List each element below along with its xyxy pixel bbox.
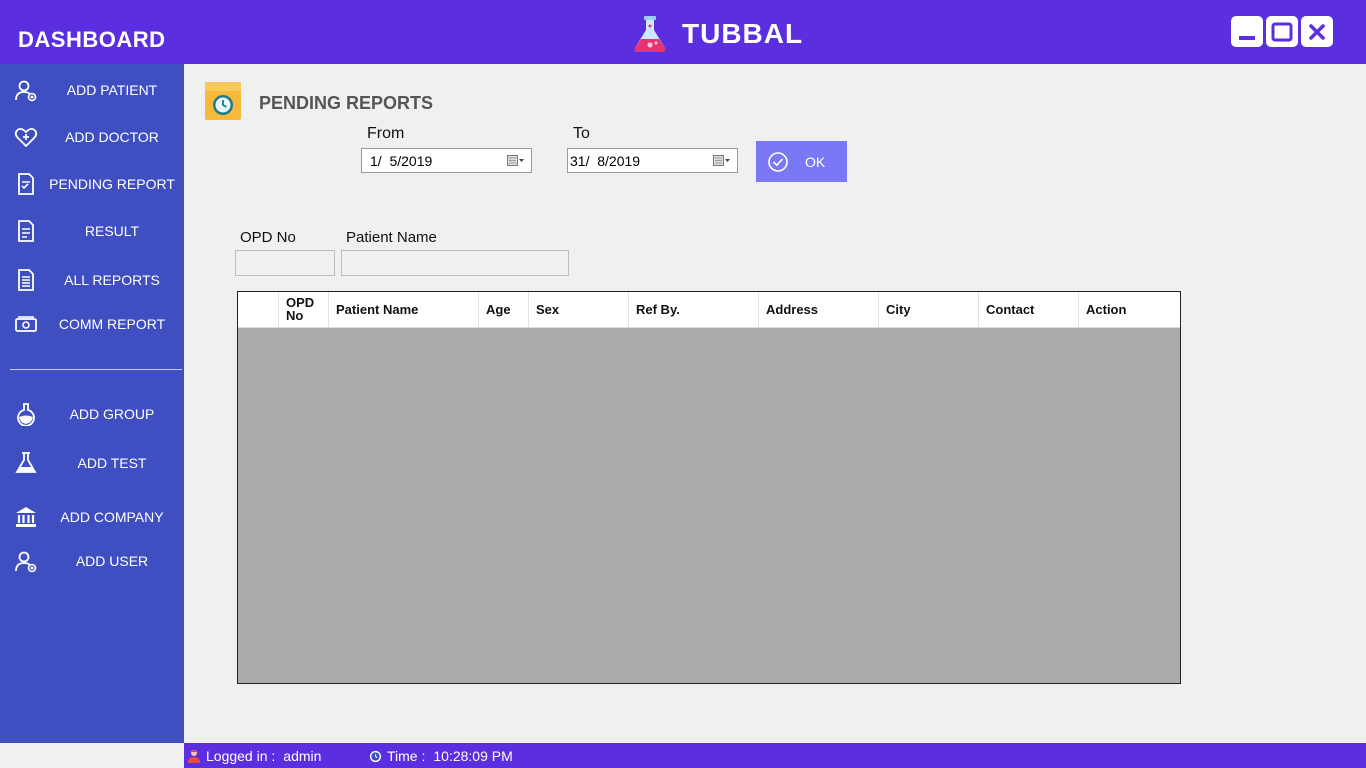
sidebar-item-comm-report[interactable]: COMM REPORT xyxy=(0,304,184,344)
flask-logo-icon xyxy=(634,16,666,52)
money-icon xyxy=(15,316,37,332)
table-header: OPD No Patient Name Age Sex Ref By. Addr… xyxy=(238,292,1180,328)
logged-in-user: admin xyxy=(283,748,322,764)
logged-in-label: Logged in : xyxy=(206,748,276,764)
brand-name: TUBBAL xyxy=(682,18,804,49)
time-value: 10:28:09 PM xyxy=(433,748,513,764)
document-icon xyxy=(18,220,34,242)
column-header-select[interactable] xyxy=(238,292,279,327)
column-header-action[interactable]: Action xyxy=(1079,292,1180,327)
flask-icon xyxy=(15,452,37,473)
user-add-icon xyxy=(15,551,37,573)
patient-name-label: Patient Name xyxy=(346,229,437,246)
minimize-icon xyxy=(1239,35,1255,40)
column-header-address[interactable]: Address xyxy=(759,292,879,327)
sidebar-item-label: RESULT xyxy=(84,223,140,239)
sidebar-item-label: ALL REPORTS xyxy=(64,272,160,288)
status-bar: Logged in : admin Time : 10:28:09 PM xyxy=(184,743,1366,768)
sidebar-item-label: ADD PATIENT xyxy=(66,82,158,98)
user-add-icon xyxy=(15,80,37,102)
sidebar-item-label: ADD DOCTOR xyxy=(65,129,159,145)
ok-label: OK xyxy=(805,154,826,170)
calendar-dropdown-icon[interactable] xyxy=(713,154,731,168)
maximize-icon xyxy=(1271,22,1293,41)
sidebar-divider xyxy=(10,369,182,370)
column-header-opd-no[interactable]: OPD No xyxy=(279,292,329,327)
minimize-button[interactable] xyxy=(1231,16,1263,47)
close-button[interactable] xyxy=(1301,16,1333,47)
column-header-age[interactable]: Age xyxy=(479,292,529,327)
sidebar-item-label: ADD COMPANY xyxy=(60,509,164,525)
bank-icon xyxy=(16,507,36,527)
sidebar-item-add-group[interactable]: ADD GROUP xyxy=(0,394,184,434)
report-check-icon xyxy=(18,173,34,195)
sidebar-item-pending-report[interactable]: PENDING REPORT xyxy=(0,164,184,204)
time-status: Time : 10:28:09 PM xyxy=(369,748,513,764)
sidebar-item-add-company[interactable]: ADD COMPANY xyxy=(0,497,184,537)
sidebar-item-label: ADD TEST xyxy=(77,455,147,471)
title-bar: DASHBOARD TUBBAL xyxy=(0,0,1366,64)
sidebar-item-add-doctor[interactable]: ADD DOCTOR xyxy=(0,117,184,157)
pending-clock-icon xyxy=(205,82,241,120)
sidebar-item-label: ADD USER xyxy=(75,553,149,569)
close-icon xyxy=(1309,23,1325,40)
clock-icon xyxy=(369,750,382,762)
sidebar-item-all-reports[interactable]: ALL REPORTS xyxy=(0,260,184,300)
patient-name-input[interactable] xyxy=(341,250,569,276)
opd-no-input[interactable] xyxy=(235,250,335,276)
sidebar-item-result[interactable]: RESULT xyxy=(0,211,184,251)
time-label: Time : xyxy=(387,748,426,764)
maximize-button[interactable] xyxy=(1266,16,1298,47)
pending-reports-table[interactable]: OPD No Patient Name Age Sex Ref By. Addr… xyxy=(237,291,1181,684)
column-header-contact[interactable]: Contact xyxy=(979,292,1079,327)
opd-no-label: OPD No xyxy=(240,229,296,246)
user-avatar-icon xyxy=(188,750,200,763)
ok-button[interactable]: OK xyxy=(756,141,847,182)
from-date-picker[interactable]: 1/ 5/2019 xyxy=(361,148,532,173)
column-header-city[interactable]: City xyxy=(879,292,979,327)
brand: TUBBAL xyxy=(630,14,803,54)
flask-round-icon xyxy=(17,403,35,426)
from-label: From xyxy=(367,125,405,142)
sidebar-item-add-test[interactable]: ADD TEST xyxy=(0,443,184,483)
page-title: PENDING REPORTS xyxy=(259,93,434,113)
sidebar-item-label: COMM REPORT xyxy=(58,316,166,332)
document-lines-icon xyxy=(18,269,34,291)
sidebar: ADD PATIENT ADD DOCTOR PENDING REPORT RE… xyxy=(0,64,184,743)
sidebar-item-add-patient[interactable]: ADD PATIENT xyxy=(0,70,184,110)
check-circle-icon xyxy=(768,152,788,172)
heart-plus-icon xyxy=(14,127,38,148)
sidebar-item-label: PENDING REPORT xyxy=(49,176,175,192)
column-header-ref-by[interactable]: Ref By. xyxy=(629,292,759,327)
sidebar-item-label: ADD GROUP xyxy=(69,406,155,422)
calendar-dropdown-icon[interactable] xyxy=(507,154,525,168)
column-header-sex[interactable]: Sex xyxy=(529,292,629,327)
to-date-value: 31/ 8/2019 xyxy=(570,153,641,169)
sidebar-item-add-user[interactable]: ADD USER xyxy=(0,541,184,581)
dashboard-title: DASHBOARD xyxy=(18,27,166,52)
column-header-patient-name[interactable]: Patient Name xyxy=(329,292,479,327)
to-label: To xyxy=(573,125,590,142)
logged-in-status: Logged in : admin xyxy=(187,748,321,764)
from-date-value: 1/ 5/2019 xyxy=(370,153,433,169)
to-date-picker[interactable]: 31/ 8/2019 xyxy=(567,148,738,173)
